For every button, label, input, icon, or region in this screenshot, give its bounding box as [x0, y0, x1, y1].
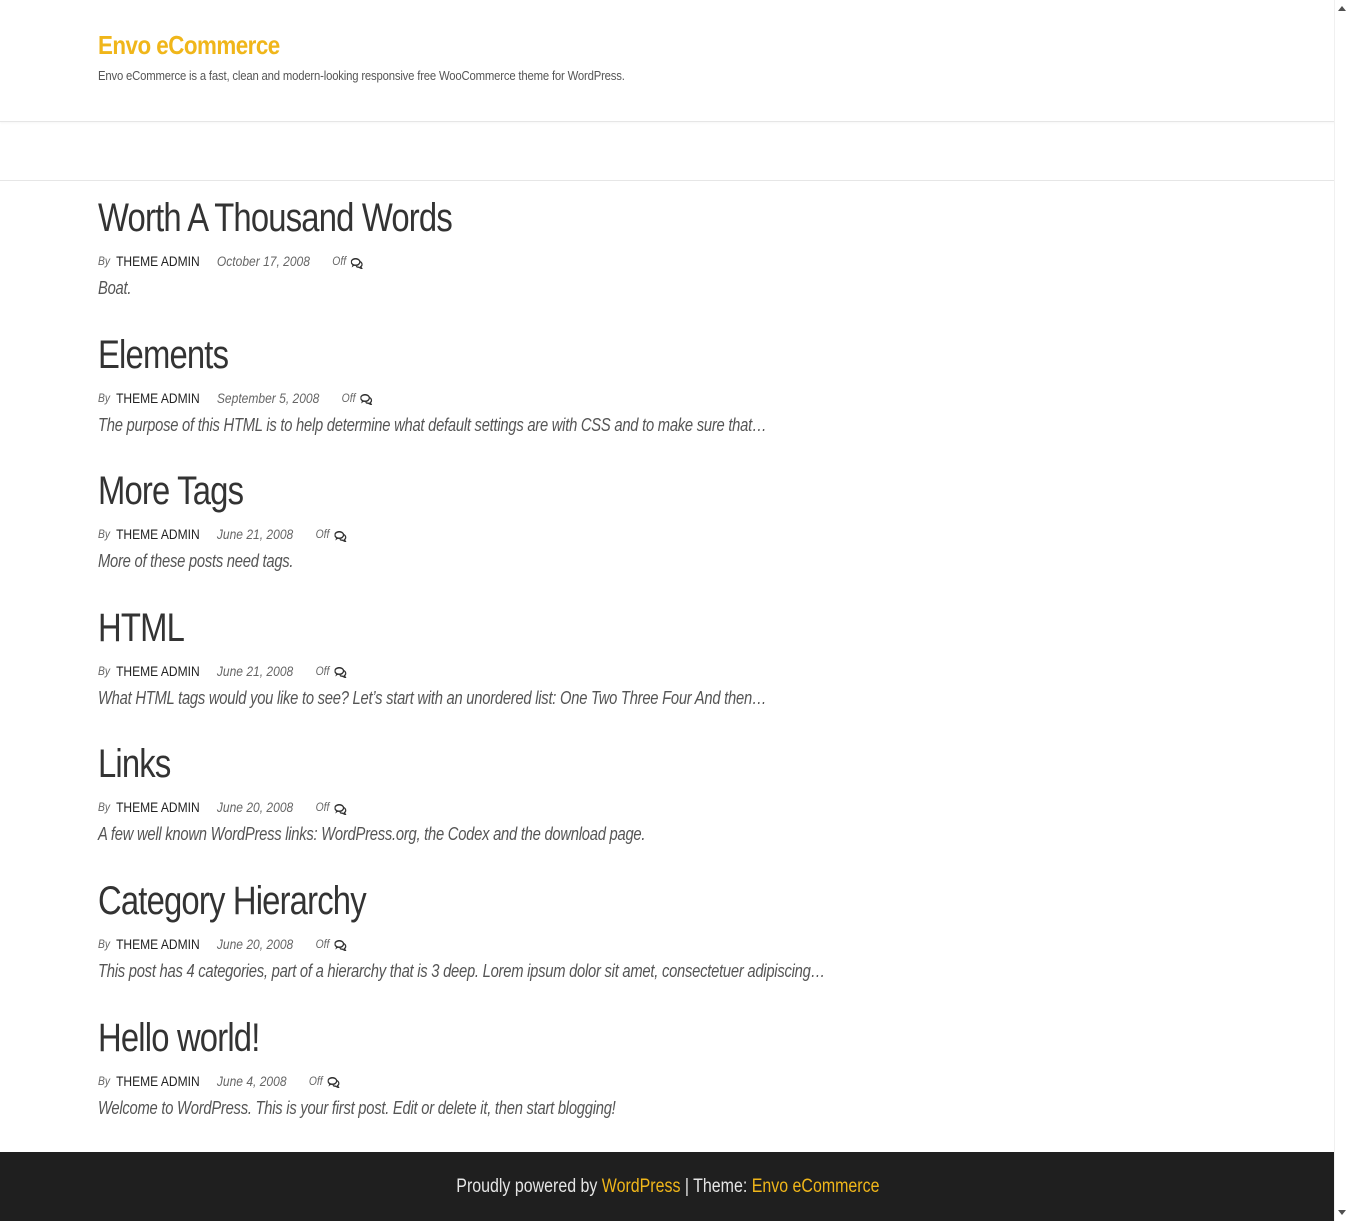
post-excerpt: What HTML tags would you like to see? Le… [98, 687, 767, 708]
post-date: September 5, 2008 [216, 389, 320, 406]
post-title-link[interactable]: Worth A Thousand Words [98, 196, 453, 240]
post-by-label: By [98, 663, 111, 678]
post-by-label: By [98, 800, 111, 815]
post-meta: By THEME ADMIN September 5, 2008 Off [98, 389, 374, 407]
vertical-scrollbar[interactable] [1334, 0, 1350, 1221]
post-by-label: By [98, 527, 111, 542]
comments-icon [334, 529, 348, 543]
post-meta: By THEME ADMIN June 20, 2008 Off [98, 798, 348, 816]
post-title-link[interactable]: Category Hierarchy [98, 879, 367, 923]
comments-icon [334, 938, 348, 953]
comments-icon [334, 665, 348, 680]
post-item: More Tags By THEME ADMIN June 21, 2008 O… [98, 469, 998, 606]
post-date: October 17, 2008 [216, 253, 310, 269]
page: Envo eCommerce Envo eCommerce is a fast,… [0, 0, 1335, 1221]
post-item: Category Hierarchy By THEME ADMIN June 2… [98, 879, 998, 1016]
scroll-up-arrow[interactable] [1338, 6, 1346, 11]
post-title-link[interactable]: HTML [98, 606, 185, 650]
post-item: Worth A Thousand Words By THEME ADMIN Oc… [98, 196, 998, 333]
site-footer: Proudly powered by WordPress | Theme: En… [0, 1152, 1335, 1221]
post-date: June 21, 2008 [216, 526, 294, 543]
footer-theme-text: Theme: [692, 1175, 747, 1197]
post-author-link[interactable]: THEME ADMIN [116, 663, 200, 679]
post-item: Elements By THEME ADMIN September 5, 200… [98, 333, 998, 470]
comments-icon [334, 802, 348, 816]
post-item: Links By THEME ADMIN June 20, 2008 Off A… [98, 742, 998, 879]
post-comments-status: Off [315, 800, 330, 815]
post-comments-status: Off [315, 663, 330, 678]
post-excerpt: Welcome to WordPress. This is your first… [98, 1097, 616, 1118]
post-excerpt: Boat. [98, 278, 132, 298]
post-item: Hello world! By THEME ADMIN June 4, 2008… [98, 1016, 998, 1153]
post-author-link[interactable]: THEME ADMIN [116, 390, 200, 406]
footer-wordpress-link[interactable]: WordPress [601, 1176, 680, 1197]
post-author-link[interactable]: THEME ADMIN [116, 799, 200, 815]
comments-icon [360, 392, 374, 407]
post-excerpt: This post has 4 categories, part of a hi… [98, 960, 826, 981]
post-title-link[interactable]: More Tags [98, 469, 244, 513]
post-title-link[interactable]: Hello world! [98, 1016, 260, 1060]
post-meta: By THEME ADMIN June 20, 2008 Off [98, 935, 348, 953]
post-by-label: By [98, 254, 111, 268]
post-comments-status: Off [332, 254, 347, 268]
post-title-link[interactable]: Elements [98, 333, 229, 377]
post-meta: By THEME ADMIN June 4, 2008 Off [98, 1072, 341, 1090]
post-comments-status: Off [341, 390, 356, 405]
post-author-link[interactable]: THEME ADMIN [116, 526, 200, 542]
post-author-link[interactable]: THEME ADMIN [116, 936, 200, 952]
post-excerpt: The purpose of this HTML is to help dete… [98, 414, 767, 435]
footer-powered-text: Proudly powered by [455, 1175, 597, 1197]
post-meta: By THEME ADMIN June 21, 2008 Off [98, 662, 348, 680]
post-excerpt: More of these posts need tags. [98, 551, 294, 572]
footer-separator: | [684, 1175, 689, 1197]
comments-icon [327, 1075, 341, 1090]
post-item: HTML By THEME ADMIN June 21, 2008 Off Wh… [98, 606, 998, 743]
post-author-link[interactable]: THEME ADMIN [116, 253, 200, 269]
footer-credits: Proudly powered by WordPress | Theme: En… [456, 1176, 879, 1198]
footer-theme-link[interactable]: Envo eCommerce [751, 1176, 879, 1197]
post-title-link[interactable]: Links [98, 742, 171, 786]
site-header: Envo eCommerce Envo eCommerce is a fast,… [0, 0, 1335, 122]
post-meta: By THEME ADMIN October 17, 2008 Off [98, 252, 364, 270]
post-comments-status: Off [308, 1073, 323, 1088]
site-description: Envo eCommerce is a fast, clean and mode… [98, 68, 625, 83]
post-date: June 4, 2008 [216, 1072, 287, 1089]
post-date: June 21, 2008 [216, 662, 294, 679]
post-list: Worth A Thousand Words By THEME ADMIN Oc… [98, 196, 998, 1152]
post-comments-status: Off [315, 936, 330, 951]
post-date: June 20, 2008 [216, 799, 294, 816]
post-comments-status: Off [315, 527, 330, 542]
main-navigation-bar [0, 122, 1335, 181]
post-by-label: By [98, 1073, 111, 1088]
site-title-link[interactable]: Envo eCommerce [98, 30, 280, 61]
post-meta: By THEME ADMIN June 21, 2008 Off [98, 525, 348, 543]
post-by-label: By [98, 936, 111, 951]
post-author-link[interactable]: THEME ADMIN [116, 1073, 200, 1089]
post-date: June 20, 2008 [216, 935, 294, 952]
post-excerpt: A few well known WordPress links: WordPr… [98, 824, 646, 845]
scroll-down-arrow[interactable] [1338, 1210, 1346, 1215]
post-by-label: By [98, 390, 111, 405]
comments-icon [351, 256, 364, 270]
